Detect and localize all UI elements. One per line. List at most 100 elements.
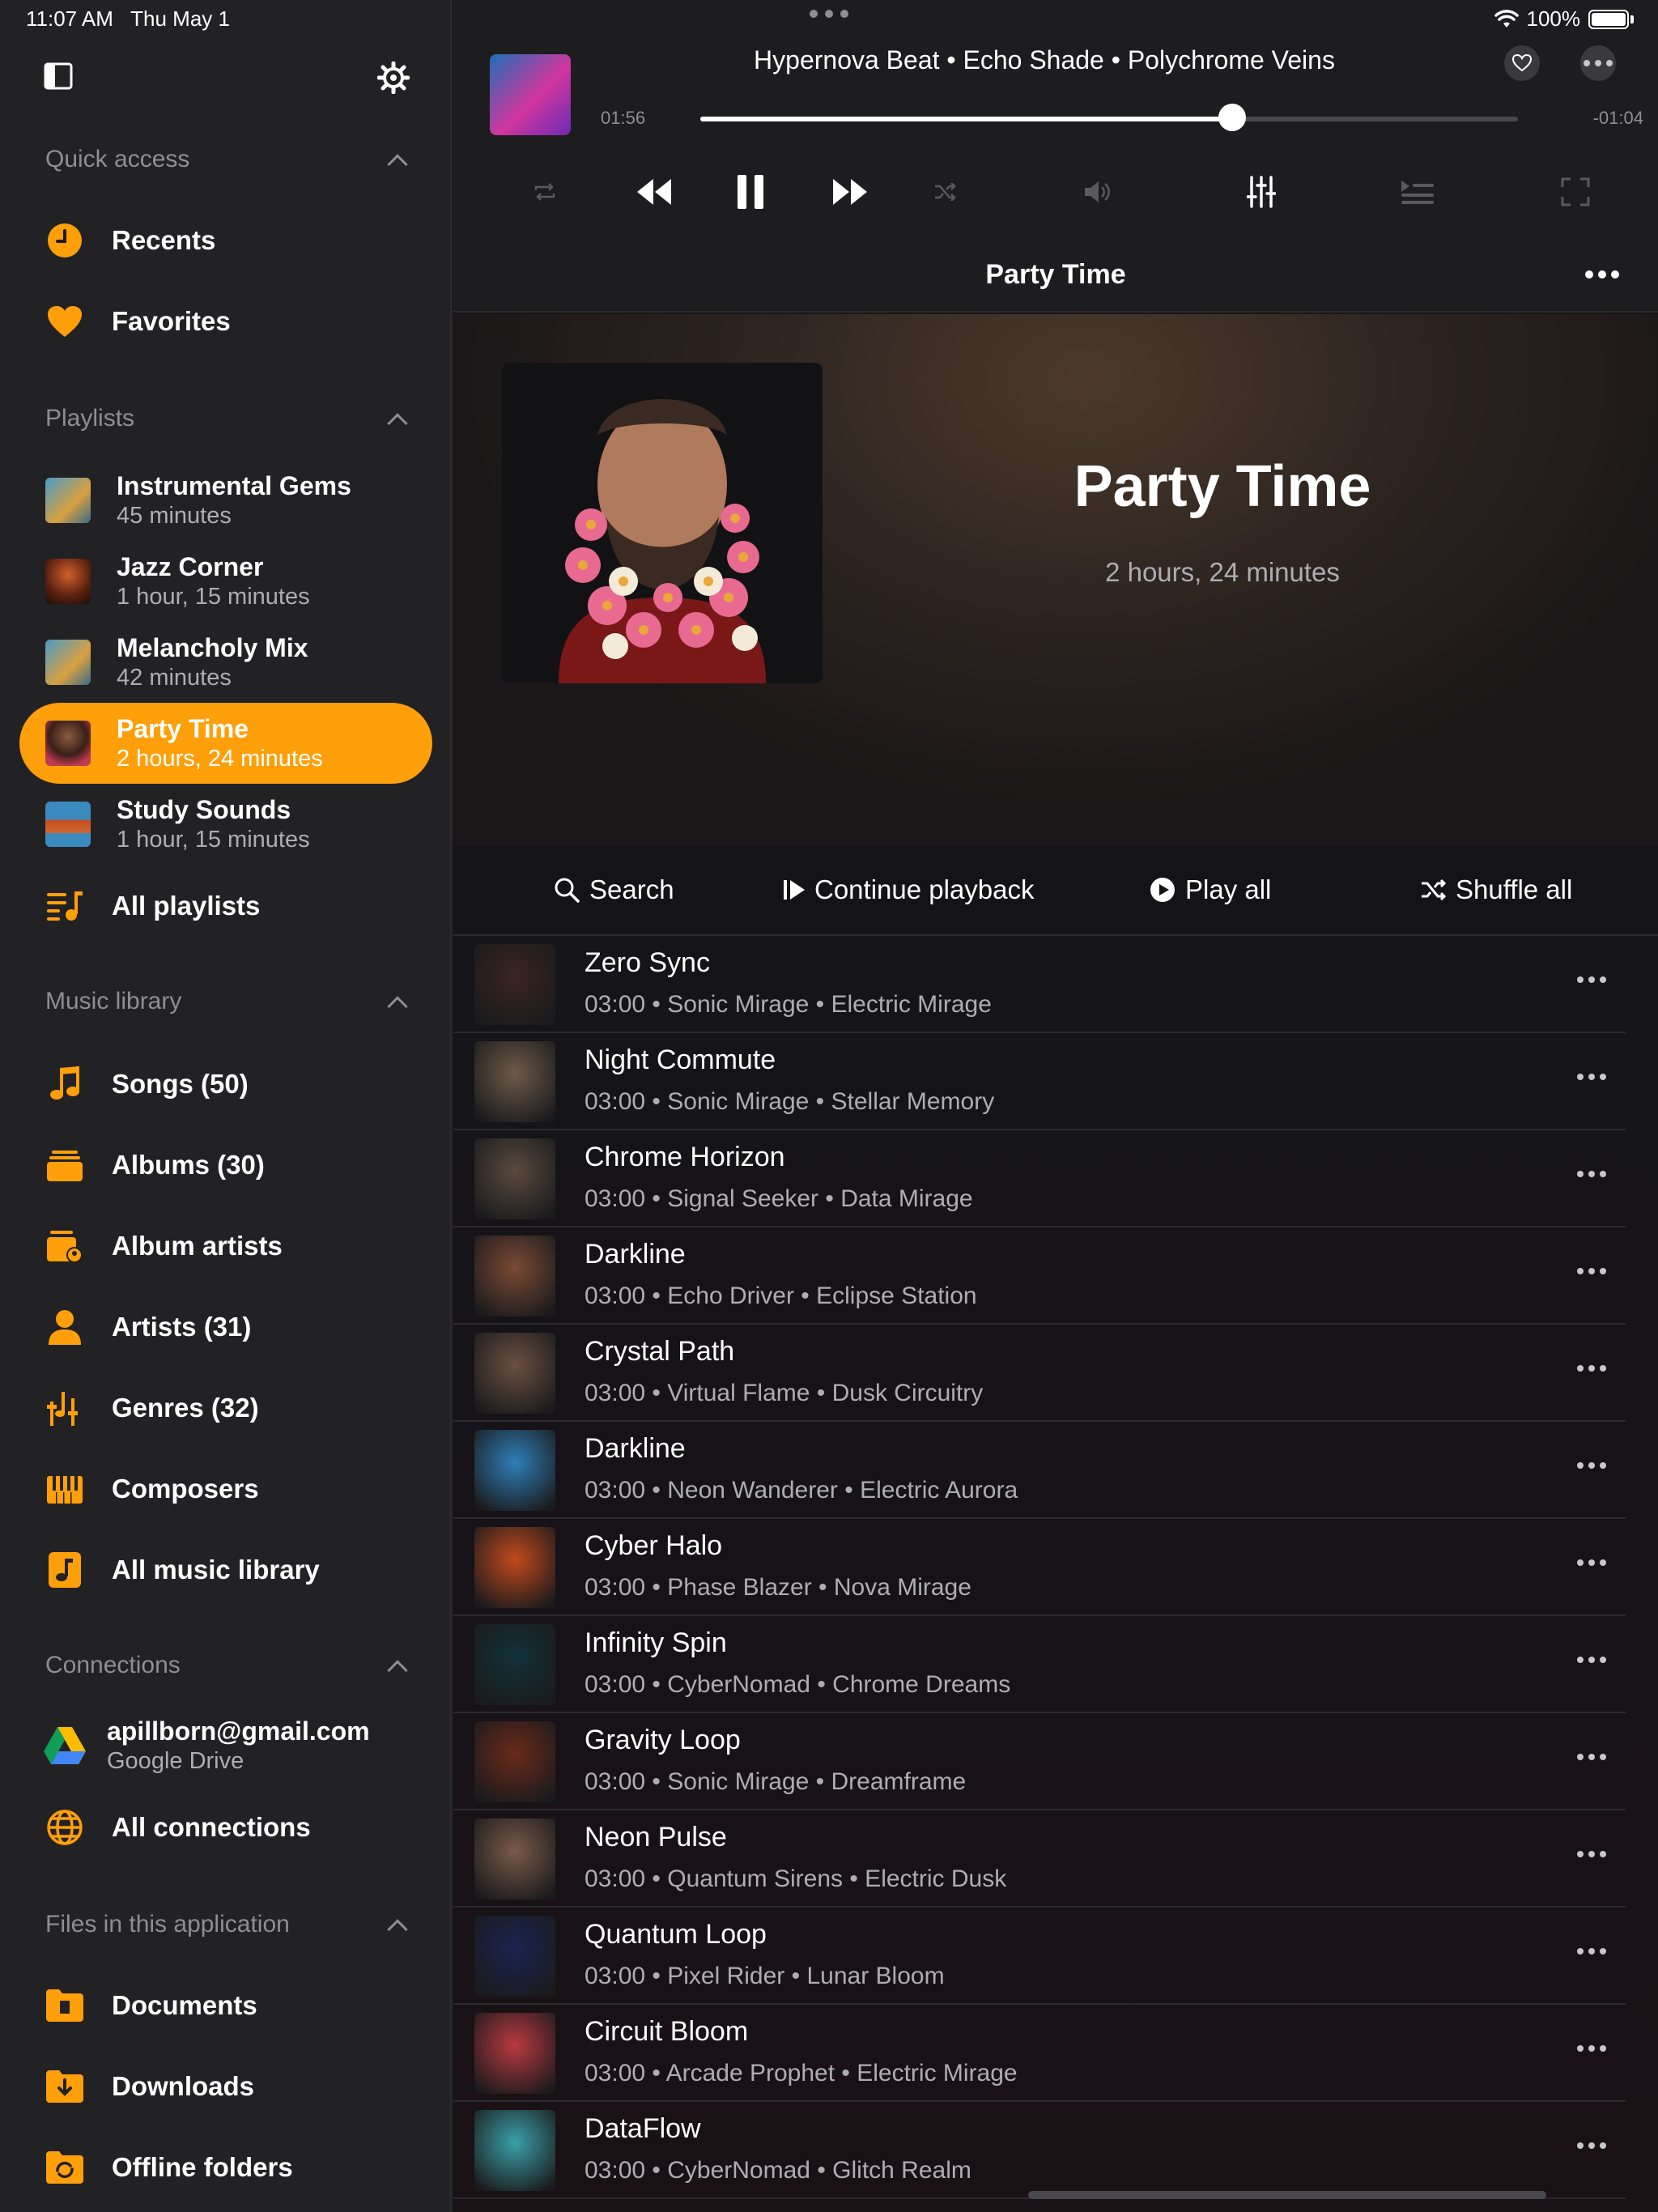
song-more-button[interactable] xyxy=(1577,1754,1606,1760)
repeat-icon[interactable] xyxy=(525,170,565,214)
song-more-button[interactable] xyxy=(1577,1657,1606,1663)
song-row[interactable]: Quantum Loop 03:00 • Pixel Rider • Lunar … xyxy=(453,1908,1626,2005)
shuffle-all-button[interactable]: Shuffle all xyxy=(1420,874,1572,905)
search-icon xyxy=(555,878,580,903)
song-more-button[interactable] xyxy=(1577,1948,1606,1955)
sidebar-item-offline-folders[interactable]: Offline folders xyxy=(19,2131,432,2204)
song-meta: 03:00 • Sonic Mirage • Stellar Memory xyxy=(585,1088,995,1115)
sidebar-item-documents[interactable]: Documents xyxy=(19,1969,432,2042)
song-more-button[interactable] xyxy=(1577,2142,1606,2149)
song-row[interactable]: Infinity Spin 03:00 • CyberNomad • Chrome… xyxy=(453,1616,1626,1713)
sidebar-playlist-instrumental-gems[interactable]: Instrumental Gems 45 minutes xyxy=(19,460,432,541)
collapse-playlists-icon[interactable] xyxy=(387,413,408,434)
now-playing-title[interactable]: Hypernova Beat • Echo Shade • Polychrome… xyxy=(615,45,1473,75)
sidebar-playlist-party-time[interactable]: Party Time 2 hours, 24 minutes xyxy=(19,703,432,784)
song-row[interactable]: Cyber Halo 03:00 • Phase Blazer • Nova Mi… xyxy=(453,1519,1626,1616)
collapse-connections-icon[interactable] xyxy=(387,1660,408,1681)
shuffle-icon[interactable] xyxy=(925,170,965,214)
play-all-button[interactable]: Play all xyxy=(1150,874,1271,905)
sidebar-playlist-melancholy-mix[interactable]: Melancholy Mix 42 minutes xyxy=(19,622,432,703)
sidebar-playlist-study-sounds[interactable]: Study Sounds 1 hour, 15 minutes xyxy=(19,784,432,865)
sidebar-item-label: Artists (31) xyxy=(112,1312,252,1342)
queue-icon[interactable] xyxy=(1392,170,1441,214)
search-button-label: Search xyxy=(589,874,674,904)
now-playing-more-button[interactable] xyxy=(1580,45,1616,81)
song-row[interactable]: Neon Pulse 03:00 • Quantum Sirens • Elect… xyxy=(453,1810,1626,1908)
equalizer-icon[interactable] xyxy=(1237,170,1286,214)
song-more-button[interactable] xyxy=(1577,1365,1606,1372)
collapse-quick-access-icon[interactable] xyxy=(387,154,408,175)
play-circle-icon xyxy=(1150,878,1175,902)
song-thumbnail xyxy=(474,2110,555,2191)
playlist-duration: 1 hour, 15 minutes xyxy=(117,584,310,610)
multitasking-dots[interactable] xyxy=(810,10,848,18)
song-more-button[interactable] xyxy=(1577,1074,1606,1080)
song-title: Cyber Halo xyxy=(585,1530,723,1561)
sidebar-item-label: Favorites xyxy=(112,306,231,336)
sidebar-item-favorites[interactable]: Favorites xyxy=(19,285,432,358)
sidebar-item-artists[interactable]: Artists (31) xyxy=(19,1291,432,1363)
song-row[interactable]: Night Commute 03:00 • Sonic Mirage • Stel… xyxy=(453,1033,1626,1130)
song-row[interactable]: Crystal Path 03:00 • Virtual Flame • Dusk… xyxy=(453,1325,1626,1422)
song-meta: 03:00 • Signal Seeker • Data Mirage xyxy=(585,1185,973,1212)
sidebar-item-genres[interactable]: Genres (32) xyxy=(19,1372,432,1444)
song-row[interactable]: Darkline 03:00 • Neon Wanderer • Electric… xyxy=(453,1422,1626,1519)
gear-icon[interactable] xyxy=(376,60,411,96)
song-more-button[interactable] xyxy=(1577,1171,1606,1177)
sidebar-item-label: Recents xyxy=(112,225,216,255)
song-thumbnail xyxy=(474,1333,555,1414)
sidebar-item-recents[interactable]: Recents xyxy=(19,204,432,277)
home-indicator[interactable] xyxy=(1028,2191,1546,2199)
collapse-files-icon[interactable] xyxy=(387,1919,408,1940)
playlist-header-title: Party Time xyxy=(985,259,1126,290)
volume-icon[interactable] xyxy=(1077,170,1117,214)
wifi-icon xyxy=(1494,9,1519,28)
pause-icon[interactable] xyxy=(722,170,779,214)
progress-track[interactable] xyxy=(700,117,1518,121)
fullscreen-icon[interactable] xyxy=(1551,170,1600,214)
sidebar-item-all-connections[interactable]: All connections xyxy=(19,1791,432,1864)
song-more-button[interactable] xyxy=(1577,1462,1606,1469)
collapse-music-library-icon[interactable] xyxy=(387,996,408,1017)
song-row[interactable]: Darkline 03:00 • Echo Driver • Eclipse St… xyxy=(453,1227,1626,1325)
song-row[interactable]: Circuit Bloom 03:00 • Arcade Prophet • El… xyxy=(453,2005,1626,2102)
sidebar-item-downloads[interactable]: Downloads xyxy=(19,2050,432,2123)
sidebar-toggle-icon[interactable] xyxy=(42,60,74,92)
sidebar-item-albums[interactable]: Albums (30) xyxy=(19,1129,432,1202)
rewind-icon[interactable] xyxy=(622,170,687,214)
fast-forward-icon[interactable] xyxy=(818,170,882,214)
sidebar-item-album-artists[interactable]: Album artists xyxy=(19,1210,432,1283)
song-title: Neon Pulse xyxy=(585,1822,727,1853)
playlist-more-button[interactable] xyxy=(1585,270,1619,279)
albums-icon xyxy=(45,1146,84,1185)
song-row[interactable]: Gravity Loop 03:00 • Sonic Mirage • Dream… xyxy=(453,1713,1626,1810)
documents-folder-icon xyxy=(45,1986,84,2025)
sidebar-item-songs[interactable]: Songs (50) xyxy=(19,1048,432,1121)
continue-playback-button[interactable]: Continue playback xyxy=(784,874,1035,905)
song-list: Zero Sync 03:00 • Sonic Mirage • Electric… xyxy=(453,936,1658,2212)
song-more-button[interactable] xyxy=(1577,1559,1606,1566)
connection-account: apillborn@gmail.com xyxy=(107,1716,370,1746)
song-row[interactable]: Zero Sync 03:00 • Sonic Mirage • Electric… xyxy=(453,936,1626,1033)
song-more-button[interactable] xyxy=(1577,1268,1606,1274)
sidebar-connection-google-drive[interactable]: apillborn@gmail.com Google Drive xyxy=(19,1705,432,1786)
sidebar-item-all-playlists[interactable]: All playlists xyxy=(19,870,432,942)
song-row[interactable]: Chrome Horizon 03:00 • Signal Seeker • Da… xyxy=(453,1130,1626,1227)
playlist-duration: 1 hour, 15 minutes xyxy=(117,827,310,853)
sidebar-item-all-music-library[interactable]: All music library xyxy=(19,1534,432,1606)
connection-service: Google Drive xyxy=(107,1748,244,1774)
sidebar-item-composers[interactable]: Composers xyxy=(19,1453,432,1525)
song-more-button[interactable] xyxy=(1577,2045,1606,2052)
sidebar-playlist-jazz-corner[interactable]: Jazz Corner 1 hour, 15 minutes xyxy=(19,541,432,622)
playlist-header-bar: Party Time xyxy=(453,235,1658,313)
song-more-button[interactable] xyxy=(1577,1851,1606,1857)
progress-knob[interactable] xyxy=(1218,104,1246,131)
playlist-artwork xyxy=(502,363,823,683)
song-row[interactable]: DataFlow 03:00 • CyberNomad • Glitch Real… xyxy=(453,2102,1626,2199)
favorite-heart-button[interactable] xyxy=(1504,45,1540,81)
status-date: Thu May 1 xyxy=(130,6,230,31)
section-quick-access: Quick access xyxy=(45,146,190,172)
now-playing-artwork[interactable] xyxy=(490,54,571,135)
song-more-button[interactable] xyxy=(1577,976,1606,983)
search-button[interactable]: Search xyxy=(554,874,674,905)
